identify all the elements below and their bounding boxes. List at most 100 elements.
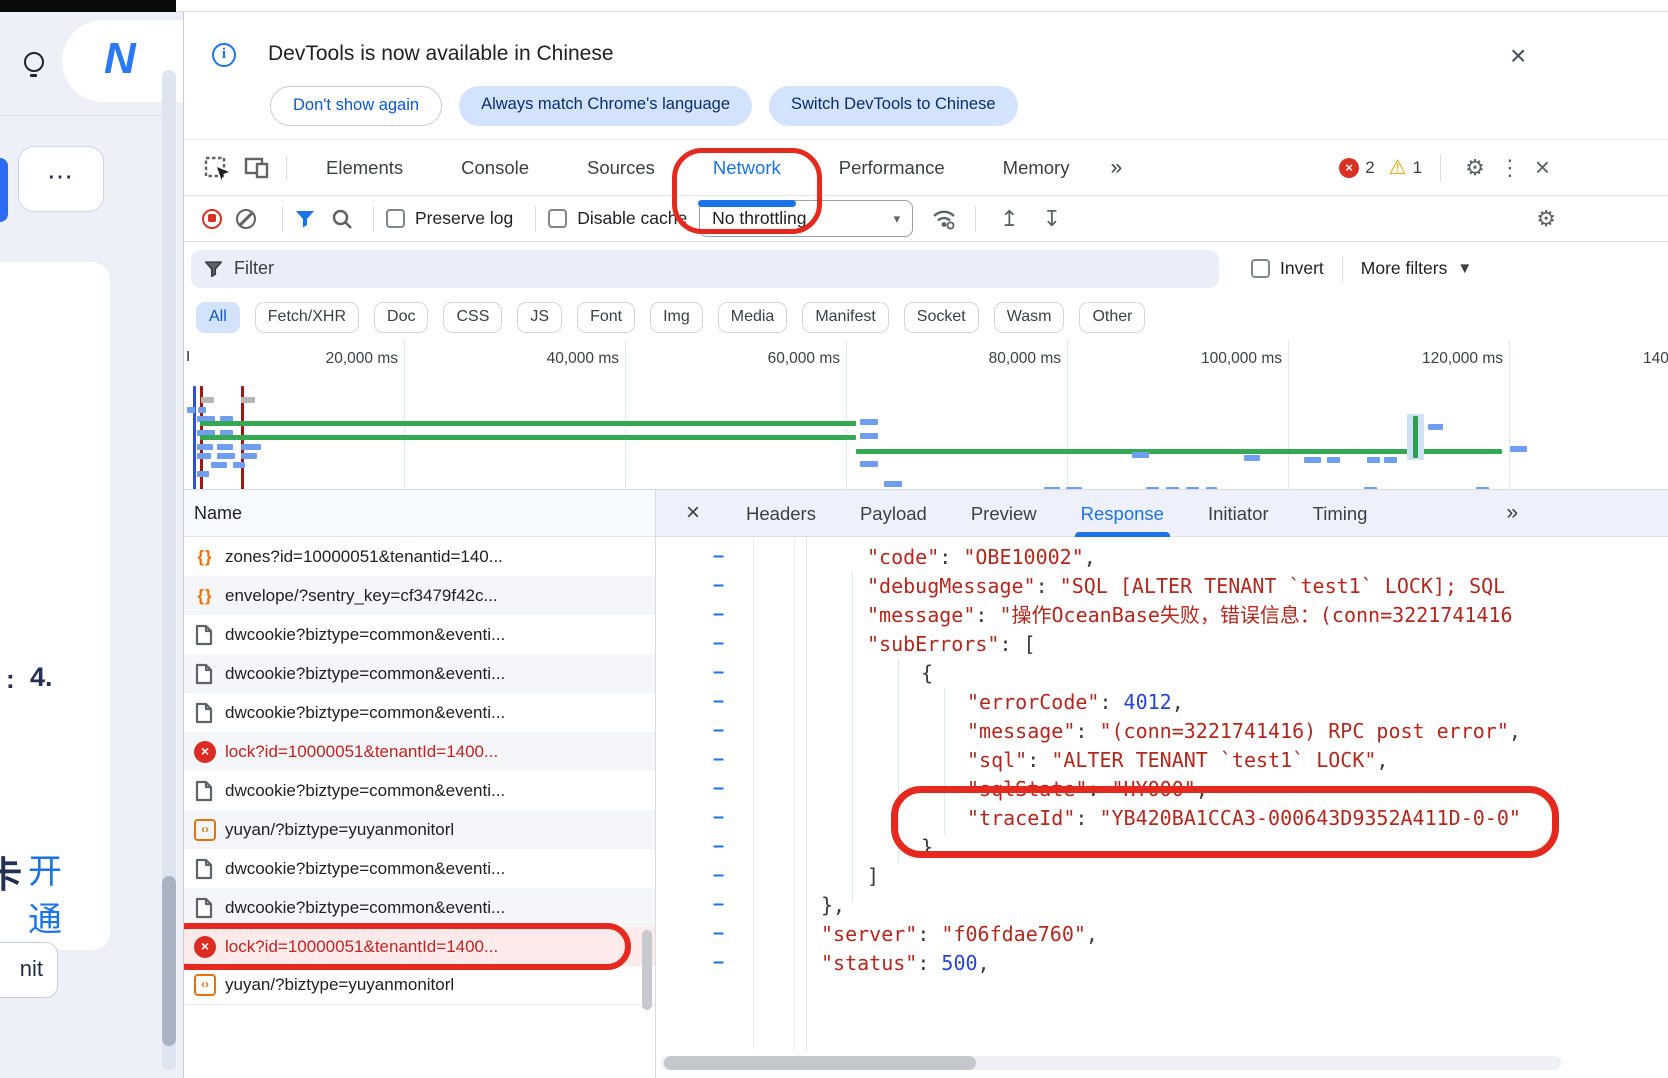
banner-close-icon[interactable]: × [1510, 40, 1526, 72]
chip-img[interactable]: Img [650, 302, 703, 333]
match-chrome-language-button[interactable]: Always match Chrome's language [459, 86, 752, 126]
toggle-device-toolbar-icon[interactable] [242, 153, 272, 183]
fold-marker-icon[interactable]: – [713, 775, 729, 804]
response-hscrollbar-track[interactable] [661, 1056, 1561, 1070]
detail-tab-timing[interactable]: Timing [1313, 490, 1368, 537]
devtools-tab-network[interactable]: Network [684, 140, 810, 196]
detail-tab-initiator[interactable]: Initiator [1208, 490, 1269, 537]
fold-marker-icon[interactable]: – [713, 862, 729, 891]
json-string: "操作OceanBase失败，错误信息：(conn=3221741416 [999, 603, 1512, 627]
chip-manifest[interactable]: Manifest [802, 302, 888, 333]
detail-tab-headers[interactable]: Headers [746, 490, 816, 537]
disable-cache-checkbox[interactable] [548, 209, 567, 228]
preserve-log-checkbox[interactable] [386, 209, 405, 228]
fold-marker-icon[interactable]: – [713, 920, 729, 949]
json-string: "ALTER TENANT `test1` LOCK" [1051, 748, 1376, 772]
request-row[interactable]: ‹›yuyan/?biztype=yuyanmonitorl [184, 810, 655, 849]
divider [535, 206, 536, 232]
chip-socket[interactable]: Socket [904, 302, 979, 333]
request-row[interactable]: dwcookie?biztype=common&eventi... [184, 849, 655, 888]
request-row[interactable]: {}zones?id=10000051&tenantid=140... [184, 537, 655, 576]
devtools-tab-console[interactable]: Console [432, 140, 558, 196]
devtools-close-icon[interactable]: × [1535, 152, 1550, 183]
request-label: yuyan/?biztype=yuyanmonitorl [225, 975, 454, 995]
more-filters-caret-icon[interactable]: ▼ [1457, 260, 1472, 277]
clear-icon[interactable] [236, 209, 256, 229]
fold-marker-icon[interactable]: – [713, 949, 729, 978]
detail-tab-preview[interactable]: Preview [971, 490, 1037, 537]
request-row[interactable]: dwcookie?biztype=common&eventi... [184, 771, 655, 810]
fold-marker-icon[interactable]: – [713, 601, 729, 630]
more-filters-label[interactable]: More filters [1361, 258, 1448, 279]
chip-font[interactable]: Font [577, 302, 635, 333]
request-row[interactable]: {}envelope/?sentry_key=cf3479f42c... [184, 576, 655, 615]
request-row[interactable]: dwcookie?biztype=common&eventi... [184, 654, 655, 693]
network-settings-gear-icon[interactable]: ⚙ [1536, 206, 1556, 232]
submit-button[interactable]: nit [0, 942, 58, 998]
caret-down-icon: ▾ [894, 211, 901, 227]
import-har-icon[interactable]: ↥ [1000, 206, 1018, 232]
search-icon[interactable] [331, 208, 353, 230]
blue-edge-button[interactable] [0, 158, 8, 222]
chip-all[interactable]: All [196, 302, 240, 333]
fold-marker-icon[interactable]: – [713, 746, 729, 775]
request-row[interactable]: ‹›yuyan/?biztype=yuyanmonitorl [184, 966, 655, 1005]
chip-other[interactable]: Other [1079, 302, 1145, 333]
more-tabs-icon[interactable]: » [1098, 140, 1134, 196]
fold-marker-icon[interactable]: – [713, 891, 729, 920]
detail-more-tabs-icon[interactable]: » [1506, 501, 1518, 525]
warning-icon[interactable]: ⚠ [1389, 155, 1407, 180]
filter-input[interactable]: Filter [191, 250, 1219, 288]
lightbulb-icon[interactable] [24, 52, 44, 72]
devtools-tab-memory[interactable]: Memory [974, 140, 1099, 196]
filter-funnel-icon[interactable] [295, 210, 315, 228]
fold-marker-icon[interactable]: – [713, 659, 729, 688]
response-hscrollbar-thumb[interactable] [664, 1056, 976, 1070]
invert-checkbox[interactable] [1251, 259, 1270, 278]
devtools-tab-sources[interactable]: Sources [558, 140, 684, 196]
detail-tab-response[interactable]: Response [1081, 490, 1164, 537]
network-conditions-icon[interactable] [931, 207, 957, 231]
chip-css[interactable]: CSS [443, 302, 502, 333]
network-overview-timeline[interactable]: I 20,000 ms40,000 ms60,000 ms80,000 ms10… [184, 340, 1668, 490]
activate-link-char1[interactable]: 开 [28, 844, 62, 893]
fold-marker-icon[interactable]: – [713, 717, 729, 746]
chip-fetch-xhr[interactable]: Fetch/XHR [255, 302, 359, 333]
export-har-icon[interactable]: ↧ [1043, 206, 1061, 232]
overview-handle[interactable]: I [186, 348, 190, 365]
activate-link-char2[interactable]: 通 [28, 892, 62, 941]
request-row[interactable]: dwcookie?biztype=common&eventi... [184, 615, 655, 654]
waterfall-bar [860, 461, 878, 467]
devtools-tab-elements[interactable]: Elements [297, 140, 432, 196]
chip-media[interactable]: Media [718, 302, 788, 333]
detail-close-icon[interactable]: × [686, 499, 700, 527]
kebab-menu-icon[interactable]: ⋮ [1499, 155, 1521, 181]
fold-marker-icon[interactable]: – [713, 688, 729, 717]
fold-marker-icon[interactable]: – [713, 543, 729, 572]
request-row[interactable]: ×lock?id=10000051&tenantId=1400... [184, 732, 655, 771]
record-icon[interactable] [202, 209, 222, 229]
chip-js[interactable]: JS [517, 302, 562, 333]
response-body[interactable]: –"code": "OBE10002",–"debugMessage": "SQ… [656, 537, 1668, 1078]
settings-gear-icon[interactable]: ⚙ [1465, 155, 1485, 181]
dont-show-again-button[interactable]: Don't show again [270, 86, 442, 126]
chip-wasm[interactable]: Wasm [994, 302, 1065, 333]
request-list-scrollbar[interactable] [642, 930, 652, 1010]
name-column-header[interactable]: Name [184, 490, 655, 537]
inspect-element-icon[interactable] [202, 153, 232, 183]
chip-doc[interactable]: Doc [374, 302, 428, 333]
fold-marker-icon[interactable]: – [713, 833, 729, 862]
request-row[interactable]: ×lock?id=10000051&tenantId=1400... [184, 927, 655, 966]
devtools-tab-performance[interactable]: Performance [810, 140, 974, 196]
fold-marker-icon[interactable]: – [713, 572, 729, 601]
fold-marker-icon[interactable]: – [713, 804, 729, 833]
page-scrollbar-thumb[interactable] [162, 876, 176, 1046]
switch-devtools-chinese-button[interactable]: Switch DevTools to Chinese [769, 86, 1018, 126]
fold-marker-icon[interactable]: – [713, 630, 729, 659]
more-button[interactable]: ⋯ [18, 146, 104, 212]
detail-tab-payload[interactable]: Payload [860, 490, 927, 537]
gutter-line [753, 537, 754, 1050]
request-row[interactable]: dwcookie?biztype=common&eventi... [184, 693, 655, 732]
error-badge-icon[interactable]: × [1339, 158, 1359, 178]
request-row[interactable]: dwcookie?biztype=common&eventi... [184, 888, 655, 927]
